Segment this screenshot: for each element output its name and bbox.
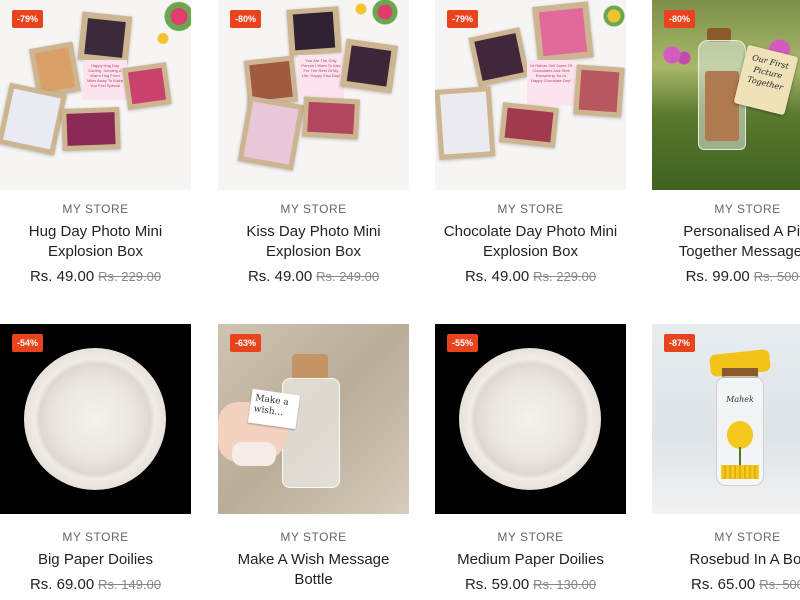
product-card[interactable]: -87% Mahek MY STORE Rosebud In A Bot Rs.… bbox=[652, 324, 800, 600]
product-image[interactable]: -80% You Are The Only Person I Want To K… bbox=[218, 0, 409, 190]
product-price: Rs. 49.00 Rs. 229.00 bbox=[435, 268, 626, 285]
product-card[interactable]: -55% MY STORE Medium Paper Doilies Rs. 5… bbox=[435, 324, 626, 600]
product-price: Rs. 65.00 Rs. 500 bbox=[652, 576, 800, 593]
product-card[interactable]: -80% Our First Picture Together MY STORE… bbox=[652, 0, 800, 300]
discount-badge: -63% bbox=[230, 334, 262, 352]
original-price: Rs. 149.00 bbox=[98, 577, 162, 592]
product-image[interactable]: -79% Happy Hug Day Darling. Sending A Wa… bbox=[0, 0, 191, 190]
product-price: Rs. 49.00 Rs. 229.00 bbox=[0, 268, 191, 285]
discount-badge: -80% bbox=[230, 10, 262, 28]
discount-badge: -80% bbox=[664, 10, 696, 28]
product-title[interactable]: Make A Wish Message Bottle bbox=[208, 550, 419, 590]
store-name: MY STORE bbox=[62, 530, 129, 544]
original-price: Rs. 229.00 bbox=[98, 269, 162, 284]
product-title[interactable]: Big Paper Doilies bbox=[0, 550, 201, 570]
sale-price: Rs. 49.00 bbox=[247, 268, 313, 285]
product-title[interactable]: Medium Paper Doilies bbox=[425, 550, 636, 570]
wish-tag-text: Make a wish... bbox=[253, 393, 290, 419]
sale-price: Rs. 69.00 bbox=[29, 576, 95, 593]
original-price: Rs. 130.00 bbox=[533, 577, 597, 592]
explosion-box-illustration: You Are The Only Person I Want To Kiss F… bbox=[218, 0, 409, 190]
product-title[interactable]: Chocolate Day Photo Mini Explosion Box bbox=[425, 222, 636, 262]
product-price: Rs. 59.00 Rs. 130.00 bbox=[435, 576, 626, 593]
discount-badge: -79% bbox=[12, 10, 44, 28]
bottle-label-text: Mahek bbox=[726, 395, 754, 404]
product-title[interactable]: Personalised A Pict Together Message B bbox=[652, 222, 800, 262]
product-image[interactable]: -87% Mahek bbox=[652, 324, 800, 514]
store-name: MY STORE bbox=[280, 530, 347, 544]
product-image[interactable]: -55% bbox=[435, 324, 626, 514]
rosebud-bottle-illustration: Mahek bbox=[652, 324, 800, 514]
discount-badge: -55% bbox=[447, 334, 479, 352]
product-title[interactable]: Rosebud In A Bot bbox=[652, 550, 800, 570]
product-card[interactable]: -54% MY STORE Big Paper Doilies Rs. 69.0… bbox=[0, 324, 191, 600]
sale-price: Rs. 99.00 bbox=[685, 268, 750, 285]
explosion-box-illustration: Happy Hug Day Darling. Sending A Warm Hu… bbox=[0, 0, 191, 190]
product-grid: -79% Happy Hug Day Darling. Sending A Wa… bbox=[0, 0, 800, 600]
product-title[interactable]: Kiss Day Photo Mini Explosion Box bbox=[208, 222, 419, 262]
product-title[interactable]: Hug Day Photo Mini Explosion Box bbox=[0, 222, 201, 262]
product-card[interactable]: -63% Make a wish... MY STORE Make A Wish… bbox=[218, 324, 409, 600]
product-card[interactable]: -80% You Are The Only Person I Want To K… bbox=[218, 0, 409, 300]
original-price: Rs. 229.00 bbox=[533, 269, 597, 284]
paper-doily-illustration bbox=[459, 348, 601, 490]
sale-price: Rs. 49.00 bbox=[464, 268, 530, 285]
discount-badge: -54% bbox=[12, 334, 44, 352]
original-price: Rs. 500 bbox=[759, 577, 800, 592]
paper-doily-illustration bbox=[24, 348, 166, 490]
message-bottle-illustration: Our First Picture Together bbox=[652, 0, 800, 190]
store-name: MY STORE bbox=[714, 202, 781, 216]
product-card[interactable]: -79% Happy Hug Day Darling. Sending A Wa… bbox=[0, 0, 191, 300]
store-name: MY STORE bbox=[62, 202, 129, 216]
discount-badge: -79% bbox=[447, 10, 479, 28]
original-price: Rs. 500.0 bbox=[753, 269, 800, 284]
product-image[interactable]: -79% I'd Rather Sell Some Of Chocolates … bbox=[435, 0, 626, 190]
store-name: MY STORE bbox=[714, 530, 781, 544]
store-name: MY STORE bbox=[280, 202, 347, 216]
product-price: Rs. 69.00 Rs. 149.00 bbox=[0, 576, 191, 593]
explosion-box-illustration: I'd Rather Sell Some Of Chocolates And G… bbox=[435, 0, 626, 190]
wish-bottle-illustration: Make a wish... bbox=[218, 324, 409, 514]
sale-price: Rs. 65.00 bbox=[690, 576, 756, 593]
original-price: Rs. 249.00 bbox=[316, 269, 380, 284]
sale-price: Rs. 59.00 bbox=[464, 576, 530, 593]
product-image[interactable]: -63% Make a wish... bbox=[218, 324, 409, 514]
product-image[interactable]: -80% Our First Picture Together bbox=[652, 0, 800, 190]
store-name: MY STORE bbox=[497, 202, 564, 216]
discount-badge: -87% bbox=[664, 334, 696, 352]
product-card[interactable]: -79% I'd Rather Sell Some Of Chocolates … bbox=[435, 0, 626, 300]
product-price: Rs. 99.00Rs. 500.0 bbox=[652, 268, 800, 285]
sale-price: Rs. 49.00 bbox=[29, 268, 95, 285]
product-image[interactable]: -54% bbox=[0, 324, 191, 514]
store-name: MY STORE bbox=[497, 530, 564, 544]
product-price: Rs. 49.00 Rs. 249.00 bbox=[218, 268, 409, 285]
